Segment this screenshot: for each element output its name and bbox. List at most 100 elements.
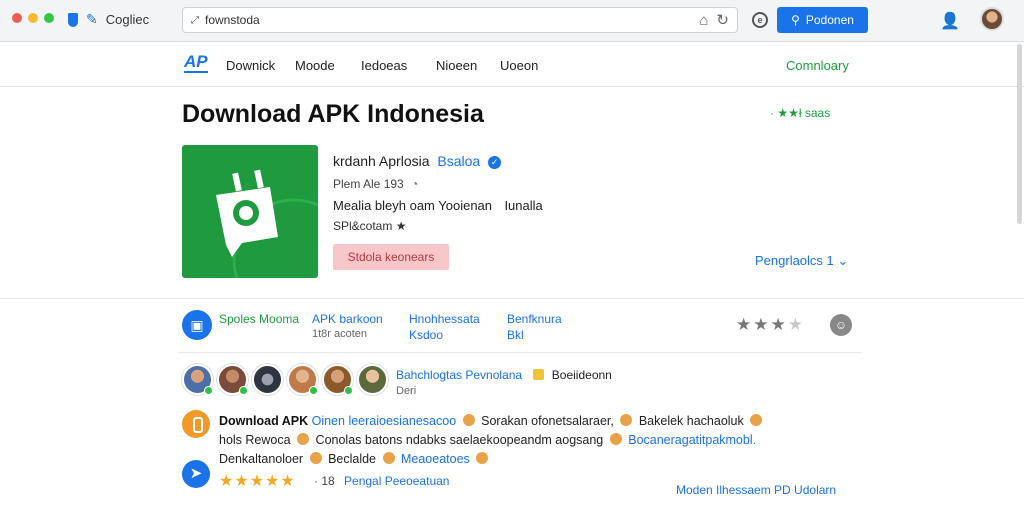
emoji-icon xyxy=(462,414,475,426)
emoji-icon[interactable]: ☺ xyxy=(830,314,852,336)
avatar[interactable] xyxy=(217,364,248,395)
emoji-icon xyxy=(609,433,622,445)
url-text[interactable]: fownstoda xyxy=(205,13,699,27)
verified-icon: ✓ xyxy=(488,156,502,169)
community-tag: Boeiideonn xyxy=(551,368,612,382)
brand-label: Cogliec xyxy=(105,12,150,27)
minimize-window-button[interactable] xyxy=(28,13,38,23)
chat-icon: ▣ xyxy=(182,310,212,340)
pencil-icon[interactable]: ✎ xyxy=(86,11,98,28)
download-button[interactable]: Stdola keonears xyxy=(333,244,449,270)
review-line: Download APK Oinen leeraioesianesacoo So… xyxy=(219,414,765,428)
community-title: Bahchlogtas Pevnolana Boeiideonn xyxy=(396,368,612,382)
top-search-button-label: Podonen xyxy=(805,13,854,27)
tag-icon xyxy=(533,369,545,380)
app-description: Mealia bleyh oam Yooienan Iunalla xyxy=(333,198,543,213)
page-title: Download APK Indonesia xyxy=(182,100,484,128)
review-stars: ★★★★★ xyxy=(219,473,296,490)
nav-item-uoeon[interactable]: Uoeon xyxy=(500,58,538,73)
star-icon[interactable]: ★ xyxy=(771,315,788,334)
review-link[interactable]: Meaoeatoes xyxy=(401,452,470,466)
home-icon[interactable]: ⌂ xyxy=(699,12,708,29)
avatar[interactable] xyxy=(322,364,353,395)
nav-item-iedoeas[interactable]: Iedoeas xyxy=(361,58,407,73)
review-link[interactable]: Bocaneragatitpakmobl. xyxy=(628,433,756,447)
app-icon xyxy=(182,145,318,278)
nav-item-downick[interactable]: Downick xyxy=(226,58,275,73)
maximize-window-button[interactable] xyxy=(44,13,54,23)
review-line: Denkaltanoloer Beclalde Meaoeatoes xyxy=(219,452,491,466)
navigation-arrow-icon: ➤ xyxy=(182,460,210,488)
expand-icon: ⤢ xyxy=(191,14,199,26)
emoji-icon xyxy=(750,414,763,426)
emoji-icon xyxy=(297,433,310,445)
address-bar[interactable]: ⤢ fownstoda ⌂ ↻ xyxy=(182,7,738,33)
review-text: Sorakan ofonetsalaraer, xyxy=(481,414,614,428)
nav-item-moode[interactable]: Moode xyxy=(295,58,335,73)
stat-sub: Bkl xyxy=(507,328,524,342)
section-divider xyxy=(178,352,862,353)
stat-label[interactable]: Benfknura xyxy=(507,312,562,326)
app-category: SPl&cotam ★ xyxy=(333,219,407,233)
avatar[interactable] xyxy=(980,7,1004,31)
app-title: krdanh Aprlosia Bsaloa ✓ xyxy=(333,153,502,169)
star-icon[interactable]: ★ xyxy=(788,315,805,334)
window-controls xyxy=(12,13,54,23)
avatar[interactable] xyxy=(252,364,283,395)
rating-stars[interactable]: ★★★★ xyxy=(736,315,805,335)
review-text: Denkaltanoloer xyxy=(219,452,304,466)
section-divider xyxy=(0,298,1024,299)
review-count: · 18 Pengal Peeoeatuan xyxy=(314,474,449,488)
user-icon[interactable]: 👤 xyxy=(940,11,960,31)
reload-icon[interactable]: ↻ xyxy=(716,11,729,29)
avatar[interactable] xyxy=(357,364,388,395)
close-window-button[interactable] xyxy=(12,13,22,23)
stat-sub: Ksdoo xyxy=(409,328,444,342)
info-icon[interactable]: ◔ xyxy=(411,177,418,191)
star-icon[interactable]: ★ xyxy=(736,315,753,334)
android-package-icon xyxy=(216,169,318,278)
site-logo[interactable]: AP xyxy=(184,53,208,73)
emoji-icon xyxy=(382,452,395,464)
extension-icon[interactable]: e xyxy=(752,12,768,28)
stat-label: Spoles Mooma xyxy=(219,312,300,326)
review-author-icon xyxy=(182,410,210,438)
review-count-number: · 18 xyxy=(314,474,335,488)
review-count-link[interactable]: Pengal Peeoeatuan xyxy=(344,474,449,488)
review-text: Bakelek hachaoluk xyxy=(638,414,744,428)
emoji-icon xyxy=(476,452,489,464)
review-title: Download APK xyxy=(219,414,309,428)
stat-sub: 1t8r acoten xyxy=(312,328,368,340)
nav-item-nioeen[interactable]: Nioeen xyxy=(436,58,477,73)
browser-toolbar: ✎ Cogliec ⤢ fownstoda ⌂ ↻ e ⚲ Podonen 👤 xyxy=(0,0,1024,42)
scrollbar[interactable] xyxy=(1017,44,1022,224)
search-icon: ⚲ xyxy=(791,13,800,27)
nav-cta-link[interactable]: Comnloary xyxy=(786,58,849,73)
top-search-button[interactable]: ⚲ Podonen xyxy=(777,7,868,33)
shield-icon xyxy=(68,12,78,27)
more-reviews-link[interactable]: Moden Ilhessaem PD Udolarn xyxy=(676,483,836,497)
site-nav: AP Downick Moode Iedoeas Nioeen Uoeon Co… xyxy=(0,43,1024,87)
developer-link[interactable]: Bsaloa xyxy=(437,153,480,169)
review-text: Beclalde xyxy=(328,452,377,466)
emoji-icon xyxy=(309,452,322,464)
star-icon[interactable]: ★ xyxy=(753,315,770,334)
review-text: Conolas batons ndabks saelaekoopeandm ao… xyxy=(315,433,604,447)
app-meta: Plem Ale 193 ◔ xyxy=(333,177,418,191)
rating-summary: · ★★ł saas xyxy=(770,106,831,120)
stat-label[interactable]: APK barkoon xyxy=(312,312,383,326)
review-line: hols Rewoca Conolas batons ndabks saelae… xyxy=(219,433,756,447)
avatar[interactable] xyxy=(287,364,318,395)
avatar[interactable] xyxy=(182,364,213,395)
community-avatars xyxy=(182,364,388,395)
emoji-icon xyxy=(620,414,633,426)
community-subtitle: Deri xyxy=(396,385,417,397)
app-meta-text: Plem Ale 193 xyxy=(333,177,404,191)
community-name[interactable]: Bahchlogtas Pevnolana xyxy=(396,368,522,382)
language-dropdown[interactable]: Pengrlaolcs 1 ⌄ xyxy=(755,253,848,269)
review-link[interactable]: Oinen leeraioesianesacoo xyxy=(312,414,457,428)
browser-brand: ✎ Cogliec xyxy=(68,11,149,28)
app-name: krdanh Aprlosia xyxy=(333,153,430,169)
review-text: hols Rewoca xyxy=(219,433,291,447)
stat-label[interactable]: Hnohhessata xyxy=(409,312,480,326)
